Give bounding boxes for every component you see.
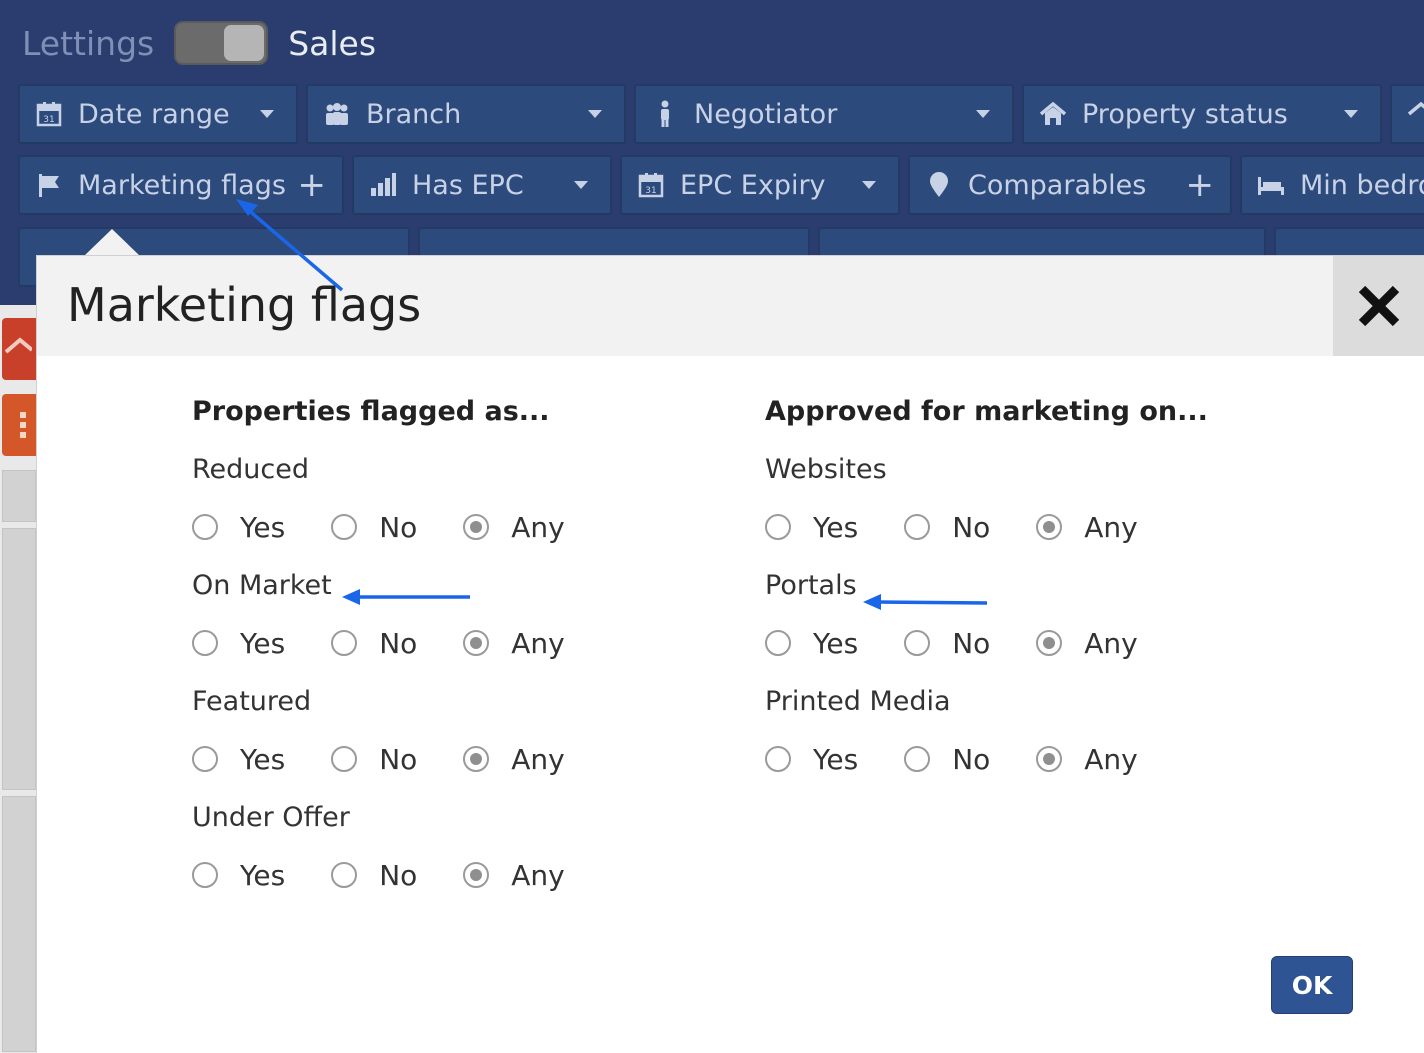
- filter-more[interactable]: [1390, 84, 1424, 144]
- people-icon: [322, 99, 352, 129]
- marketing-flags-dialog: Marketing flags Properties flagged as...…: [36, 255, 1424, 1053]
- close-icon: [1358, 285, 1400, 327]
- home-icon: [1406, 99, 1424, 129]
- dialog-title: Marketing flags: [67, 278, 422, 332]
- radio-group-featured: Yes No Any: [192, 734, 611, 784]
- radio-websites-yes[interactable]: Yes: [765, 511, 858, 544]
- group-label-portals: Portals: [765, 570, 857, 601]
- chevron-down-icon: [574, 181, 588, 189]
- filter-label: Negotiator: [694, 98, 838, 130]
- radio-group-portals: Yes No Any: [765, 618, 1208, 668]
- group-label-printed-media: Printed Media: [765, 686, 951, 717]
- radio-portals-yes[interactable]: Yes: [765, 627, 858, 660]
- side-panel-edge: [2, 470, 36, 522]
- filter-label: Comparables: [968, 169, 1147, 201]
- filter-property-status[interactable]: Property status: [1022, 84, 1382, 144]
- radio-on-market-yes[interactable]: Yes: [192, 627, 285, 660]
- radio-under-offer-yes[interactable]: Yes: [192, 859, 285, 892]
- filter-label: Has EPC: [412, 169, 524, 201]
- filter-has-epc[interactable]: Has EPC: [352, 155, 612, 215]
- lettings-sales-toggle[interactable]: [174, 21, 269, 65]
- chevron-down-icon: [976, 110, 990, 118]
- radio-portals-any[interactable]: Any: [1036, 627, 1138, 660]
- filter-label: Branch: [366, 98, 462, 130]
- chevron-down-icon: [1344, 110, 1358, 118]
- ok-button[interactable]: OK: [1271, 956, 1353, 1014]
- toggle-knob: [224, 25, 265, 61]
- bar-chart-icon: [368, 170, 398, 200]
- approved-marketing-column: Approved for marketing on... Websites Ye…: [765, 396, 1208, 784]
- flag-icon: [34, 170, 64, 200]
- chevron-down-icon: [260, 110, 274, 118]
- filter-label: Marketing flags: [78, 169, 286, 201]
- calendar-icon: 31: [636, 170, 666, 200]
- radio-under-offer-any[interactable]: Any: [463, 859, 565, 892]
- map-pin-icon: [924, 170, 954, 200]
- popover-pointer: [84, 229, 140, 256]
- radio-group-reduced: Yes No Any: [192, 502, 611, 552]
- filter-label: Property status: [1082, 98, 1288, 130]
- radio-printed-media-yes[interactable]: Yes: [765, 743, 858, 776]
- group-label-featured: Featured: [192, 686, 312, 717]
- plus-icon: +: [1185, 165, 1215, 205]
- svg-text:31: 31: [645, 186, 656, 196]
- radio-group-on-market: Yes No Any: [192, 618, 611, 668]
- side-panel-edge: [2, 528, 36, 790]
- filter-marketing-flags[interactable]: Marketing flags +: [18, 155, 344, 215]
- plus-icon: +: [297, 165, 327, 205]
- filter-branch[interactable]: Branch: [306, 84, 626, 144]
- radio-portals-no[interactable]: No: [904, 627, 990, 660]
- radio-printed-media-no[interactable]: No: [904, 743, 990, 776]
- svg-text:31: 31: [43, 115, 54, 125]
- radio-featured-no[interactable]: No: [331, 743, 417, 776]
- radio-under-offer-no[interactable]: No: [331, 859, 417, 892]
- group-label-on-market: On Market: [192, 570, 332, 601]
- radio-reduced-no[interactable]: No: [331, 511, 417, 544]
- radio-websites-any[interactable]: Any: [1036, 511, 1138, 544]
- bed-icon: [1256, 170, 1286, 200]
- column-heading: Properties flagged as...: [192, 396, 550, 427]
- filter-label: Date range: [78, 98, 230, 130]
- filter-comparables[interactable]: Comparables +: [908, 155, 1232, 215]
- calendar-icon: 31: [34, 99, 64, 129]
- close-button[interactable]: [1333, 256, 1424, 356]
- radio-reduced-any[interactable]: Any: [463, 511, 565, 544]
- properties-flagged-column: Properties flagged as... Reduced Yes No …: [192, 396, 611, 900]
- filter-min-bedrooms[interactable]: Min bedroo: [1240, 155, 1424, 215]
- group-label-websites: Websites: [765, 454, 887, 485]
- side-home-tile[interactable]: [2, 318, 36, 380]
- mode-switch-row: Lettings Sales: [22, 20, 376, 66]
- filter-date-range[interactable]: 31 Date range: [18, 84, 298, 144]
- side-panel-edge: [2, 796, 36, 1052]
- chevron-down-icon: [588, 110, 602, 118]
- radio-featured-yes[interactable]: Yes: [192, 743, 285, 776]
- side-grid-tile[interactable]: [2, 394, 36, 456]
- radio-printed-media-any[interactable]: Any: [1036, 743, 1138, 776]
- person-icon: [650, 99, 680, 129]
- radio-group-websites: Yes No Any: [765, 502, 1208, 552]
- group-label-reduced: Reduced: [192, 454, 310, 485]
- radio-on-market-any[interactable]: Any: [463, 627, 565, 660]
- radio-group-under-offer: Yes No Any: [192, 850, 611, 900]
- radio-websites-no[interactable]: No: [904, 511, 990, 544]
- home-icon: [1038, 99, 1068, 129]
- filter-negotiator[interactable]: Negotiator: [634, 84, 1014, 144]
- chevron-down-icon: [862, 181, 876, 189]
- filter-label: Min bedroo: [1300, 169, 1424, 201]
- dialog-header: Marketing flags: [37, 256, 1424, 356]
- column-heading: Approved for marketing on...: [765, 396, 1208, 427]
- filter-epc-expiry[interactable]: 31 EPC Expiry: [620, 155, 900, 215]
- mode-sales-label[interactable]: Sales: [288, 24, 376, 63]
- radio-on-market-no[interactable]: No: [331, 627, 417, 660]
- mode-lettings-label[interactable]: Lettings: [22, 24, 154, 63]
- radio-featured-any[interactable]: Any: [463, 743, 565, 776]
- radio-reduced-yes[interactable]: Yes: [192, 511, 285, 544]
- group-label-under-offer: Under Offer: [192, 802, 350, 833]
- filter-label: EPC Expiry: [680, 169, 826, 201]
- radio-group-printed-media: Yes No Any: [765, 734, 1208, 784]
